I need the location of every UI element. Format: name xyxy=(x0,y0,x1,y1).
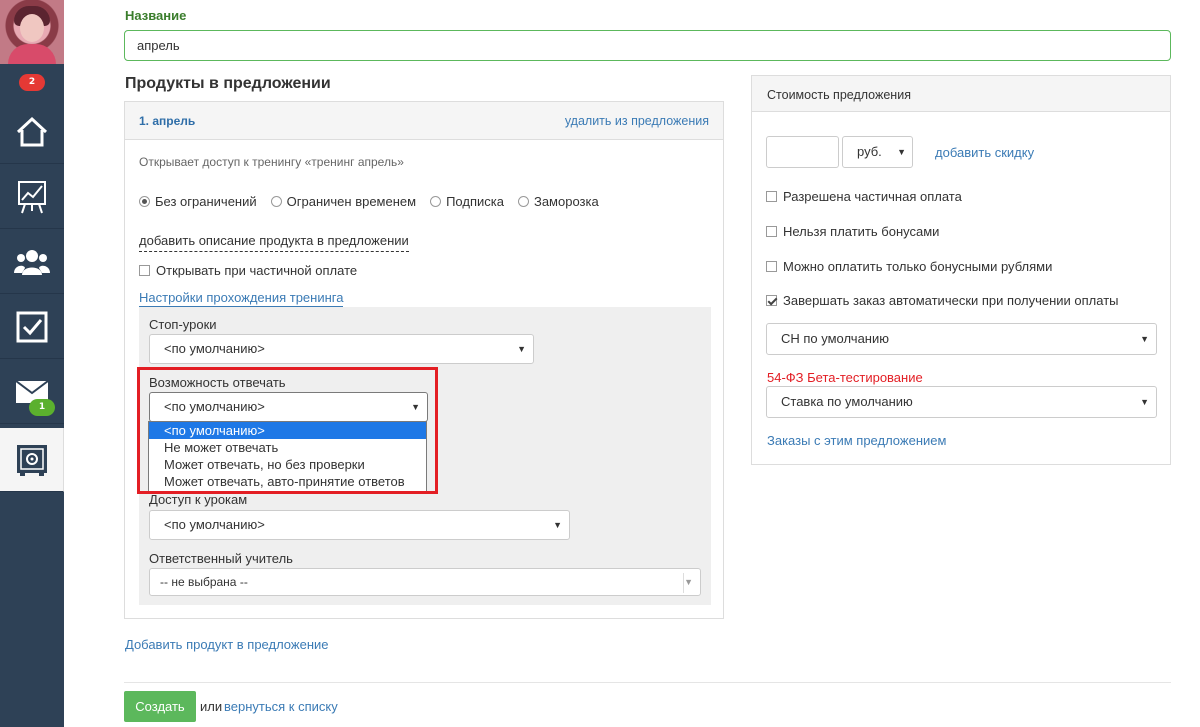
radio-label: Без ограничений xyxy=(155,194,257,209)
radio-button[interactable] xyxy=(270,196,282,207)
tax-system-value: СН по умолчанию xyxy=(781,331,889,346)
sidebar-item-stats[interactable] xyxy=(0,165,64,229)
radio-unlimited[interactable]: Без ограничений xyxy=(139,194,257,209)
product-title-link[interactable]: 1. апрель xyxy=(139,114,195,128)
stop-lessons-select[interactable]: <по умолчанию> ▼ xyxy=(149,334,534,364)
no-bonus-row[interactable]: Нельзя платить бонусами xyxy=(766,224,939,239)
fz54-label: 54-ФЗ Бета-тестирование xyxy=(767,370,923,385)
sidebar-item-users[interactable] xyxy=(0,230,64,294)
avatar[interactable] xyxy=(0,0,64,64)
stop-lessons-label: Стоп-уроки xyxy=(149,317,217,332)
add-product-link[interactable]: Добавить продукт в предложение xyxy=(125,637,329,652)
safe-icon xyxy=(16,444,47,476)
divider xyxy=(124,682,1171,683)
bonus-only-checkbox[interactable] xyxy=(766,261,777,272)
sidebar: 2 1 xyxy=(0,0,64,727)
chevron-down-icon: ▼ xyxy=(897,147,906,157)
teacher-value: -- не выбрана -- xyxy=(160,575,248,589)
radio-subscription[interactable]: Подписка xyxy=(430,194,504,209)
auto-complete-label: Завершать заказ автоматически при получе… xyxy=(783,293,1119,308)
chevron-down-icon: ▼ xyxy=(1140,334,1149,344)
add-discount-link[interactable]: добавить скидку xyxy=(935,145,1034,160)
chevron-down-icon: ▼ xyxy=(553,520,562,530)
currency-value: руб. xyxy=(857,144,882,159)
bonus-only-label: Можно оплатить только бонусными рублями xyxy=(783,259,1053,274)
lessons-access-label: Доступ к урокам xyxy=(149,492,248,507)
partial-allowed-label: Разрешена частичная оплата xyxy=(783,189,962,204)
sidebar-item-home[interactable] xyxy=(0,100,64,164)
tax-system-select[interactable]: СН по умолчанию ▼ xyxy=(766,323,1157,355)
currency-select[interactable]: руб. ▼ xyxy=(842,136,913,168)
product-panel: 1. апрель удалить из предложения Открыва… xyxy=(124,101,724,619)
vat-rate-value: Ставка по умолчанию xyxy=(781,394,913,409)
auto-complete-checkbox[interactable] xyxy=(766,295,777,306)
vat-rate-select[interactable]: Ставка по умолчанию ▼ xyxy=(766,386,1157,418)
radio-button[interactable] xyxy=(430,196,442,207)
partial-allowed-checkbox[interactable] xyxy=(766,191,777,202)
radio-button[interactable] xyxy=(139,196,150,207)
radio-label: Подписка xyxy=(446,194,504,209)
chevron-down-icon: ▼ xyxy=(517,344,526,354)
sidebar-item-sales[interactable] xyxy=(0,428,64,492)
messages-badge[interactable]: 1 xyxy=(29,399,55,416)
highlight-frame xyxy=(137,367,438,494)
or-text: или xyxy=(200,699,223,714)
create-button[interactable]: Создать xyxy=(124,691,196,722)
product-panel-header: 1. апрель удалить из предложения xyxy=(125,102,723,140)
back-to-list-link[interactable]: вернуться к списку xyxy=(224,699,338,714)
sidebar-item-tasks[interactable] xyxy=(0,295,64,359)
lessons-access-select[interactable]: <по умолчанию> ▼ xyxy=(149,510,570,540)
bonus-only-row[interactable]: Можно оплатить только бонусными рублями xyxy=(766,259,1052,274)
pricing-panel-header: Стоимость предложения xyxy=(752,76,1170,112)
name-label: Название xyxy=(125,8,187,23)
lessons-access-value: <по умолчанию> xyxy=(164,517,265,532)
checkbox-icon xyxy=(16,311,48,342)
price-input[interactable] xyxy=(766,136,839,168)
products-heading: Продукты в предложении xyxy=(125,75,331,92)
radio-time-limited[interactable]: Ограничен временем xyxy=(270,194,417,209)
training-settings-link[interactable]: Настройки прохождения тренинга xyxy=(139,290,344,307)
radio-freeze[interactable]: Заморозка xyxy=(517,194,599,209)
no-bonus-checkbox[interactable] xyxy=(766,226,777,237)
stop-lessons-value: <по умолчанию> xyxy=(164,341,265,356)
orders-link[interactable]: Заказы с этим предложением xyxy=(767,433,946,448)
no-bonus-label: Нельзя платить бонусами xyxy=(783,224,940,239)
notifications-badge[interactable]: 2 xyxy=(19,74,45,91)
radio-label: Ограничен временем xyxy=(286,194,417,209)
partial-payment-checkbox[interactable] xyxy=(139,265,150,276)
access-type-radio-group: Без ограничений Ограничен временем Подпи… xyxy=(139,194,599,209)
radio-label: Заморозка xyxy=(533,194,599,209)
partial-allowed-row[interactable]: Разрешена частичная оплата xyxy=(766,189,962,204)
name-input[interactable]: апрель xyxy=(124,30,1171,61)
home-icon xyxy=(16,116,48,146)
pricing-panel: Стоимость предложения руб. ▼ добавить ск… xyxy=(751,75,1171,465)
remove-product-link[interactable]: удалить из предложения xyxy=(565,114,709,128)
add-description-link[interactable]: добавить описание продукта в предложении xyxy=(139,233,409,252)
auto-complete-row[interactable]: Завершать заказ автоматически при получе… xyxy=(766,293,1119,308)
teacher-label: Ответственный учитель xyxy=(149,551,293,566)
partial-payment-checkbox-row[interactable]: Открывать при частичной оплате xyxy=(139,263,357,278)
users-icon xyxy=(14,249,50,275)
partial-payment-label: Открывать при частичной оплате xyxy=(156,263,358,278)
chevron-down-icon: ▼ xyxy=(1140,397,1149,407)
access-description: Открывает доступ к тренингу «тренинг апр… xyxy=(139,155,404,169)
chevron-down-icon: ▼ xyxy=(684,577,693,587)
radio-button[interactable] xyxy=(517,196,529,207)
teacher-select[interactable]: -- не выбрана -- ▼ xyxy=(149,568,701,596)
chart-icon xyxy=(18,180,46,213)
pricing-title: Стоимость предложения xyxy=(767,88,911,102)
